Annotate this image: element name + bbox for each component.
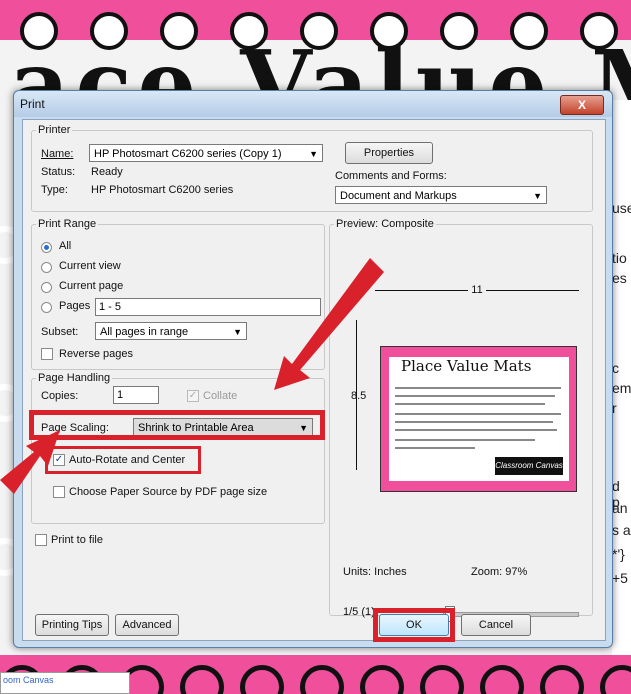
annotation-arrows	[0, 258, 384, 494]
red-arrow-icon	[274, 258, 384, 390]
red-arrow-icon	[0, 430, 60, 494]
